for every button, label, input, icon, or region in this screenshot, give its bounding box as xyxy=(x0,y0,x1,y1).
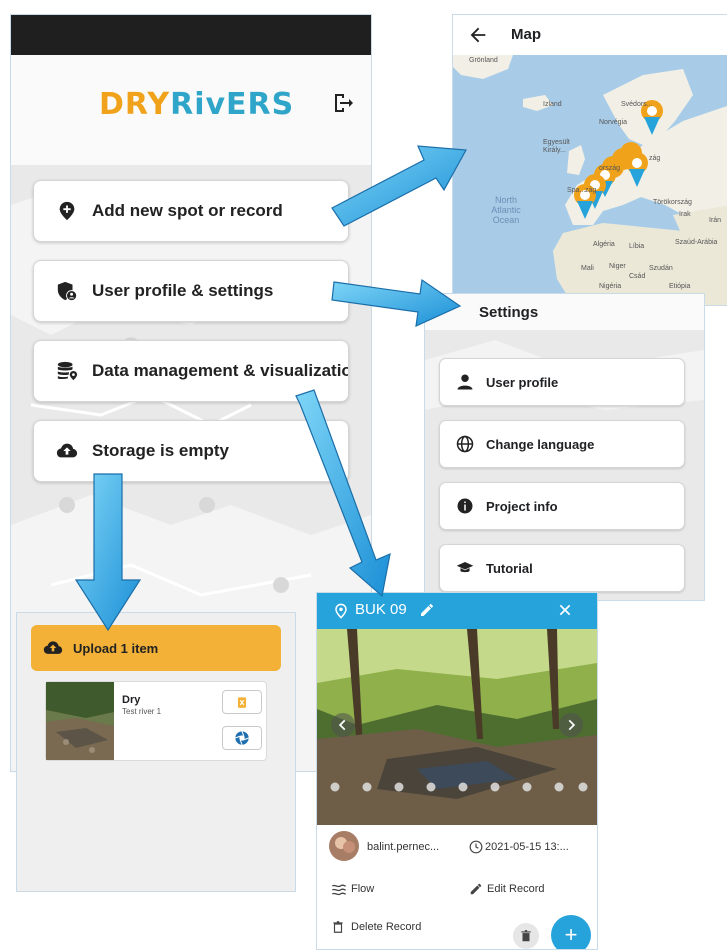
camera-aperture-icon xyxy=(235,731,249,745)
avatar xyxy=(329,831,359,861)
pencil-icon xyxy=(470,883,482,895)
tutorial-button[interactable]: Tutorial xyxy=(439,544,685,592)
clock-icon xyxy=(469,840,483,854)
map-label: Algéria xyxy=(593,241,615,248)
map-label: Spa... xyxy=(567,187,586,194)
item-thumbnail xyxy=(46,682,114,760)
map-screen: Map Grönland Izland Svédors... Norvégia … xyxy=(452,14,727,306)
add-fab[interactable]: + xyxy=(551,915,591,949)
upload-button[interactable]: Upload 1 item xyxy=(31,625,281,671)
map-label: ország xyxy=(599,165,621,172)
menu-label: User profile & settings xyxy=(92,281,274,300)
prev-photo-button[interactable] xyxy=(331,713,355,737)
info-icon xyxy=(457,498,473,514)
database-pin-icon xyxy=(57,361,78,381)
map-label: Szaúd-Arábia xyxy=(675,239,718,246)
delete-record-label: Delete Record xyxy=(351,921,422,933)
settings-header: Settings xyxy=(425,294,704,330)
photo-pagination-dots[interactable] xyxy=(317,779,597,795)
edit-icon[interactable] xyxy=(419,602,435,618)
flow-label: Flow xyxy=(351,883,375,895)
camera-item-button[interactable] xyxy=(222,726,262,750)
record-title: BUK 09 xyxy=(355,601,407,618)
user-profile-button[interactable]: User profile xyxy=(439,358,685,406)
map-label: Niger xyxy=(609,263,626,270)
record-user: balint.pernec... xyxy=(367,841,440,853)
settings-label: User profile xyxy=(486,374,559,390)
map-label: Izland xyxy=(543,101,562,108)
map-label: Norvégia xyxy=(599,119,628,126)
map-label: Szudán xyxy=(649,265,673,272)
record-datetime: 2021-05-15 13:... xyxy=(485,841,569,853)
map-label: Törökország xyxy=(653,199,692,206)
menu-label: Data management & visualization xyxy=(92,361,349,380)
menu-label: Add new spot or record xyxy=(92,201,283,220)
close-icon[interactable] xyxy=(557,602,573,618)
location-pin-icon xyxy=(335,603,347,619)
flow-icon xyxy=(331,884,346,896)
delete-icon xyxy=(237,697,247,708)
map-label: Irán xyxy=(709,217,722,224)
map-label: Mali xyxy=(581,265,594,272)
cloud-upload-icon xyxy=(43,641,63,654)
map-label: Irak xyxy=(679,211,691,218)
map-title: Map xyxy=(511,26,541,43)
graduation-cap-icon xyxy=(456,562,474,573)
storage-button[interactable]: Storage is empty xyxy=(33,420,349,482)
upload-item-card[interactable]: Dry Test river 1 xyxy=(45,681,267,761)
map-label: Líbia xyxy=(629,243,645,250)
settings-label: Tutorial xyxy=(486,560,533,576)
delete-record-button[interactable]: Delete Record xyxy=(331,917,451,937)
map-pin-plus-icon xyxy=(59,201,75,221)
record-screen: BUK 09 balint.pernec... 2021-05-15 13:..… xyxy=(316,592,598,950)
upload-screen: Upload 1 item Dry Test river 1 xyxy=(16,612,296,892)
status-bar xyxy=(11,15,371,55)
settings-label: Change language xyxy=(486,436,595,452)
map-label: Nigéria xyxy=(599,283,622,290)
record-photo xyxy=(317,629,597,825)
map-label: Csád xyxy=(629,273,646,280)
change-language-button[interactable]: Change language xyxy=(439,420,685,468)
user-settings-button[interactable]: User profile & settings xyxy=(33,260,349,322)
back-arrow-icon[interactable] xyxy=(467,24,489,46)
item-subtitle: Test river 1 xyxy=(122,707,162,716)
map-label: Grönland xyxy=(469,57,498,64)
upload-button-label: Upload 1 item xyxy=(73,640,159,656)
user-shield-icon xyxy=(57,281,78,302)
cloud-upload-icon xyxy=(56,443,78,458)
delete-item-button[interactable] xyxy=(222,690,262,714)
logout-icon[interactable] xyxy=(331,91,355,115)
next-photo-button[interactable] xyxy=(559,713,583,737)
chevron-left-icon xyxy=(338,719,346,731)
data-management-button[interactable]: Data management & visualization xyxy=(33,340,349,402)
edit-record-label: Edit Record xyxy=(487,883,545,895)
add-spot-button[interactable]: Add new spot or record xyxy=(33,180,349,242)
person-icon xyxy=(457,374,473,390)
chevron-right-icon xyxy=(568,719,576,731)
item-title: Dry xyxy=(122,694,141,706)
map-label-ocean: North Atlantic Ocean xyxy=(491,195,521,225)
settings-title: Settings xyxy=(479,304,539,321)
globe-icon xyxy=(456,435,474,453)
map-label: zág xyxy=(585,187,597,194)
map-label: Svédors... xyxy=(621,101,653,108)
map-label: zág xyxy=(649,155,661,162)
trash-icon xyxy=(521,930,531,942)
settings-screen: Settings User profile Change language Pr… xyxy=(424,293,705,601)
app-logo: DRYRivERS xyxy=(99,87,295,122)
map-label: Etiópia xyxy=(669,283,691,290)
record-header: BUK 09 xyxy=(317,593,597,629)
trash-icon xyxy=(333,921,343,933)
menu-label: Storage is empty xyxy=(92,441,229,460)
settings-label: Project info xyxy=(486,498,558,514)
map-label: Egyesült Király... xyxy=(543,139,570,154)
map-header: Map xyxy=(453,15,727,55)
project-info-button[interactable]: Project info xyxy=(439,482,685,530)
edit-record-button[interactable]: Edit Record xyxy=(467,879,577,899)
trash-fab[interactable] xyxy=(513,923,539,949)
